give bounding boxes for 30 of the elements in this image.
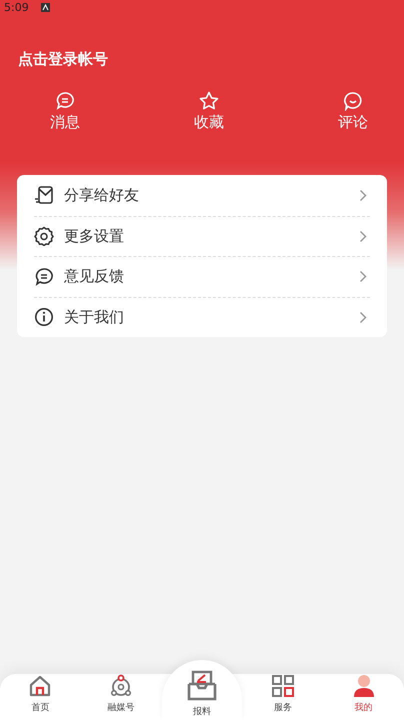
shortcut-button[interactable]: 消息 (50, 91, 80, 132)
chevron-right-icon (359, 230, 367, 243)
chevron-right-icon (359, 310, 367, 324)
tab-item[interactable]: 融媒号 (80, 674, 162, 720)
share-envelope-icon (34, 185, 54, 206)
person-icon (352, 674, 376, 698)
menu-item[interactable]: 分享给好友 (17, 175, 387, 216)
shortcut-button[interactable]: 评论 (338, 91, 368, 132)
settings-icon (34, 226, 54, 246)
home-icon (28, 674, 52, 698)
message-icon (55, 91, 75, 111)
chat-bubble-icon (34, 266, 54, 287)
grid-icon (270, 674, 295, 698)
menu-item[interactable]: 更多设置 (34, 216, 370, 256)
chevron-right-icon (359, 270, 367, 284)
shortcut-button[interactable]: 收藏 (194, 91, 224, 132)
login-link[interactable]: 点击登录帐号 (18, 50, 108, 69)
star-icon (199, 91, 219, 111)
menu-item[interactable]: 关于我们 (34, 296, 370, 337)
tab-item[interactable]: 报料 (162, 660, 242, 720)
notification-icon (40, 2, 50, 12)
tab-item[interactable]: 首页 (0, 674, 81, 720)
menu-item[interactable]: 意见反馈 (34, 256, 370, 296)
info-icon (34, 307, 54, 328)
status-time: 5:09 (4, 0, 29, 14)
smile-comment-icon (343, 91, 363, 111)
tab-item[interactable]: 我的 (323, 674, 404, 720)
tab-item[interactable]: 服务 (242, 674, 324, 720)
chevron-right-icon (359, 188, 367, 202)
inbox-pen-icon (184, 670, 219, 702)
